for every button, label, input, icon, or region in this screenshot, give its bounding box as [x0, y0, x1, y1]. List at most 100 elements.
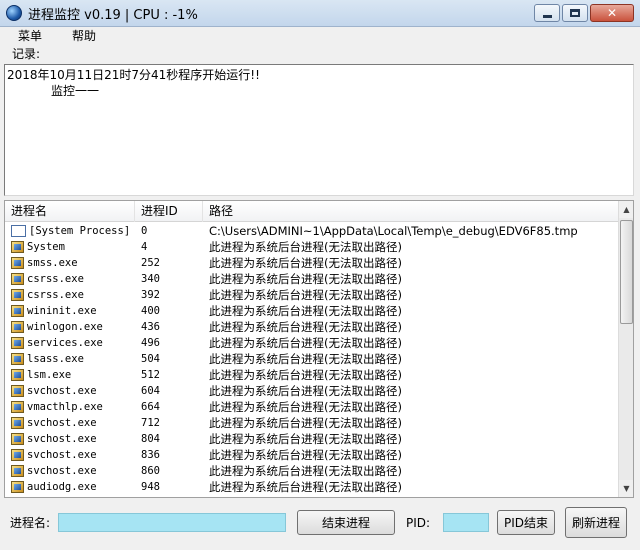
exe-icon [11, 465, 24, 477]
title-bar[interactable]: 进程监控 v0.19 | CPU : -1% ✕ [0, 0, 640, 27]
pid-end-button[interactable]: PID结束 [497, 510, 555, 535]
scroll-down-arrow-icon[interactable]: ▼ [619, 480, 633, 497]
exe-icon [11, 289, 24, 301]
table-row[interactable]: services.exe 496 此进程为系统后台进程(无法取出路径) [5, 335, 618, 351]
exe-icon [11, 337, 24, 349]
table-row[interactable]: svchost.exe 804 此进程为系统后台进程(无法取出路径) [5, 431, 618, 447]
cell-path: 此进程为系统后台进程(无法取出路径) [209, 448, 402, 462]
cell-process-name: svchost.exe [5, 431, 135, 447]
cell-process-name: svchost.exe [5, 415, 135, 431]
cell-pid: 340 [141, 273, 160, 285]
exe-icon [11, 305, 24, 317]
process-name-text: winlogon.exe [27, 321, 103, 333]
process-name-text: services.exe [27, 337, 103, 349]
table-row[interactable]: smss.exe 252 此进程为系统后台进程(无法取出路径) [5, 255, 618, 271]
table-row[interactable]: wininit.exe 400 此进程为系统后台进程(无法取出路径) [5, 303, 618, 319]
table-row[interactable]: lsass.exe 504 此进程为系统后台进程(无法取出路径) [5, 351, 618, 367]
cell-process-name: svchost.exe [5, 383, 135, 399]
table-row[interactable]: svchost.exe 836 此进程为系统后台进程(无法取出路径) [5, 447, 618, 463]
cell-process-name: winlogon.exe [5, 319, 135, 335]
table-row[interactable]: svchost.exe 712 此进程为系统后台进程(无法取出路径) [5, 415, 618, 431]
process-name-text: lsass.exe [27, 353, 84, 365]
cell-path: 此进程为系统后台进程(无法取出路径) [209, 256, 402, 270]
cell-path: 此进程为系统后台进程(无法取出路径) [209, 432, 402, 446]
cell-path: 此进程为系统后台进程(无法取出路径) [209, 416, 402, 430]
cell-process-name: svchost.exe [5, 447, 135, 463]
log-line: 2018年10月11日21时7分41秒程序开始运行!! [7, 68, 260, 82]
process-name-text: vmacthlp.exe [27, 401, 103, 413]
minimize-button[interactable] [534, 4, 560, 22]
table-row[interactable]: csrss.exe 340 此进程为系统后台进程(无法取出路径) [5, 271, 618, 287]
record-label: 记录: [12, 47, 41, 61]
window-title: 进程监控 v0.19 | CPU : -1% [28, 7, 198, 23]
process-list[interactable]: 进程名 进程ID 路径 [System Process] 0 C:\Users\AD… [4, 200, 634, 498]
menu-item-menu[interactable]: 菜单 [18, 27, 42, 45]
column-header-path[interactable]: 路径 [203, 201, 618, 222]
maximize-button[interactable] [562, 4, 588, 22]
menu-item-help[interactable]: 帮助 [72, 27, 96, 45]
column-header-process-name[interactable]: 进程名 [5, 201, 135, 222]
cell-path: 此进程为系统后台进程(无法取出路径) [209, 336, 402, 350]
process-name-text: [System Process] [29, 225, 131, 237]
cell-pid: 804 [141, 433, 160, 445]
table-row[interactable]: svchost.exe 604 此进程为系统后台进程(无法取出路径) [5, 383, 618, 399]
table-row[interactable]: winlogon.exe 436 此进程为系统后台进程(无法取出路径) [5, 319, 618, 335]
cell-pid: 860 [141, 465, 160, 477]
exe-icon [11, 385, 24, 397]
log-textarea[interactable]: 2018年10月11日21时7分41秒程序开始运行!! 监控一一 [4, 64, 634, 196]
exe-icon [11, 369, 24, 381]
process-name-text: wininit.exe [27, 305, 97, 317]
cell-process-name: smss.exe [5, 255, 135, 271]
close-button[interactable]: ✕ [590, 4, 634, 22]
minimize-icon [542, 14, 552, 18]
pid-input[interactable] [443, 513, 489, 532]
cell-path: 此进程为系统后台进程(无法取出路径) [209, 464, 402, 478]
cell-process-name: lsass.exe [5, 351, 135, 367]
table-row[interactable]: [System Process] 0 C:\Users\ADMINI~1\AppDa… [5, 223, 618, 239]
scrollbar-thumb[interactable] [620, 220, 633, 324]
scroll-up-arrow-icon[interactable]: ▲ [619, 201, 633, 218]
end-process-button[interactable]: 结束进程 [297, 510, 395, 535]
pid-label: PID: [406, 516, 431, 530]
cell-path: 此进程为系统后台进程(无法取出路径) [209, 240, 402, 254]
exe-icon [11, 449, 24, 461]
menu-bar: 菜单 帮助 [0, 27, 640, 45]
cell-path: 此进程为系统后台进程(无法取出路径) [209, 400, 402, 414]
close-icon: ✕ [606, 6, 618, 20]
cell-pid: 392 [141, 289, 160, 301]
table-row[interactable]: lsm.exe 512 此进程为系统后台进程(无法取出路径) [5, 367, 618, 383]
cell-process-name: System [5, 239, 135, 255]
table-row[interactable]: vmacthlp.exe 664 此进程为系统后台进程(无法取出路径) [5, 399, 618, 415]
cell-pid: 504 [141, 353, 160, 365]
cell-process-name: csrss.exe [5, 287, 135, 303]
refresh-process-button[interactable]: 刷新进程 [565, 507, 627, 538]
vertical-scrollbar[interactable]: ▲ ▼ [618, 201, 633, 497]
cell-process-name: csrss.exe [5, 271, 135, 287]
exe-icon [11, 257, 24, 269]
process-name-text: audiodg.exe [27, 481, 97, 493]
cell-path: 此进程为系统后台进程(无法取出路径) [209, 320, 402, 334]
cell-process-name: wininit.exe [5, 303, 135, 319]
cell-pid: 664 [141, 401, 160, 413]
process-name-text: svchost.exe [27, 449, 97, 461]
table-row[interactable]: audiodg.exe 948 此进程为系统后台进程(无法取出路径) [5, 479, 618, 495]
column-header-pid[interactable]: 进程ID [135, 201, 203, 222]
table-row[interactable]: System 4 此进程为系统后台进程(无法取出路径) [5, 239, 618, 255]
table-row[interactable]: svchost.exe 860 此进程为系统后台进程(无法取出路径) [5, 463, 618, 479]
process-name-text: smss.exe [27, 257, 78, 269]
cell-pid: 712 [141, 417, 160, 429]
cell-pid: 496 [141, 337, 160, 349]
window-icon [11, 225, 26, 237]
window-controls: ✕ [532, 4, 634, 22]
cell-pid: 4 [141, 241, 148, 253]
cell-pid: 604 [141, 385, 160, 397]
list-body: [System Process] 0 C:\Users\ADMINI~1\AppDa… [5, 223, 618, 495]
cell-process-name: audiodg.exe [5, 479, 135, 495]
process-name-input[interactable] [58, 513, 286, 532]
cell-pid: 400 [141, 305, 160, 317]
process-name-label: 进程名: [10, 516, 51, 530]
cell-path: 此进程为系统后台进程(无法取出路径) [209, 304, 402, 318]
process-name-text: csrss.exe [27, 289, 84, 301]
cell-pid: 948 [141, 481, 160, 493]
table-row[interactable]: csrss.exe 392 此进程为系统后台进程(无法取出路径) [5, 287, 618, 303]
